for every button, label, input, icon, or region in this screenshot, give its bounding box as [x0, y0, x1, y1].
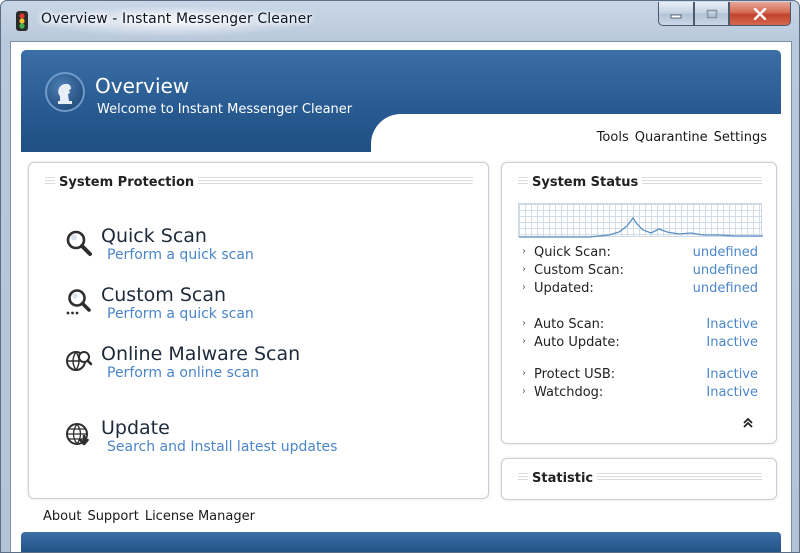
chevron-right-icon: › [522, 368, 526, 379]
license-manager-link[interactable]: License Manager [145, 509, 255, 524]
system-status-panel: System Status › Quick Scan: undefined › … [501, 162, 777, 444]
maximize-button[interactable] [694, 2, 729, 26]
chevron-right-icon: › [522, 386, 526, 397]
maximize-icon [706, 9, 717, 18]
close-icon [753, 7, 767, 20]
system-protection-panel: System Protection Quick Scan Perform a q… [28, 162, 489, 499]
status-label: Auto Update: [534, 335, 620, 350]
activity-graph [518, 203, 763, 238]
status-row: › Quick Scan: undefined [522, 245, 758, 263]
magnifier-icon [66, 230, 92, 256]
status-row: › Auto Scan: Inactive [522, 317, 758, 335]
nav-quarantine[interactable]: Quarantine [635, 130, 708, 145]
scan-link[interactable]: Perform a online scan [107, 365, 259, 381]
status-row: › Updated: undefined [522, 281, 758, 299]
chevron-right-icon: › [522, 336, 526, 347]
status-row: › Auto Update: Inactive [522, 335, 758, 353]
chevron-right-icon: › [522, 318, 526, 329]
status-label: Auto Scan: [534, 317, 605, 332]
double-chevron-up-icon[interactable] [742, 417, 754, 429]
footer-bar [21, 532, 781, 552]
minimize-icon [670, 14, 682, 18]
status-label: Protect USB: [534, 367, 616, 382]
status-label: Quick Scan: [534, 245, 611, 260]
status-value[interactable]: Inactive [706, 367, 758, 382]
status-value[interactable]: Inactive [706, 385, 758, 400]
status-row: › Watchdog: Inactive [522, 385, 758, 403]
section-title: Statistic [528, 471, 598, 486]
close-button[interactable] [729, 2, 791, 26]
app-window: Overview - Instant Messenger Cleaner Ove… [0, 0, 800, 553]
globe-search-icon [66, 351, 93, 371]
scan-link[interactable]: Perform a quick scan [107, 306, 254, 322]
status-row: › Custom Scan: undefined [522, 263, 758, 281]
about-link[interactable]: About [43, 509, 81, 524]
scan-link[interactable]: Perform a quick scan [107, 247, 254, 263]
custom-scan-icon [66, 289, 91, 315]
page-title: Overview [95, 74, 190, 98]
scan-title[interactable]: Quick Scan [101, 225, 207, 247]
nav-settings[interactable]: Settings [714, 130, 767, 145]
status-value: undefined [692, 281, 758, 296]
page-subtitle: Welcome to Instant Messenger Cleaner [97, 102, 353, 117]
section-title: System Protection [55, 175, 199, 190]
support-link[interactable]: Support [87, 509, 138, 524]
scan-title[interactable]: Update [101, 417, 170, 439]
client-area: Overview Welcome to Instant Messenger Cl… [10, 41, 792, 552]
scan-link[interactable]: Search and Install latest updates [107, 439, 337, 455]
status-value: undefined [692, 263, 758, 278]
window-title: Overview - Instant Messenger Cleaner [41, 11, 313, 27]
status-label: Watchdog: [534, 385, 604, 400]
status-row: › Protect USB: Inactive [522, 367, 758, 385]
knight-logo-icon [45, 72, 85, 112]
section-title: System Status [528, 175, 643, 190]
scan-title[interactable]: Custom Scan [101, 284, 226, 306]
status-value: undefined [692, 245, 758, 260]
minimize-button[interactable] [658, 2, 694, 26]
status-value[interactable]: Inactive [706, 335, 758, 350]
chevron-right-icon: › [522, 282, 526, 293]
chevron-right-icon: › [522, 264, 526, 275]
status-label: Updated: [534, 281, 594, 296]
bottom-links: About Support License Manager [43, 509, 255, 524]
traffic-light-icon [16, 11, 28, 31]
scan-title[interactable]: Online Malware Scan [101, 343, 300, 365]
statistic-panel: Statistic [501, 458, 777, 500]
nav-tools[interactable]: Tools [597, 130, 629, 145]
chevron-right-icon: › [522, 246, 526, 257]
globe-download-icon [66, 423, 89, 446]
status-label: Custom Scan: [534, 263, 624, 278]
title-bar[interactable]: Overview - Instant Messenger Cleaner [1, 1, 799, 41]
top-navigation: Tools Quarantine Settings [597, 130, 767, 145]
status-value[interactable]: Inactive [706, 317, 758, 332]
